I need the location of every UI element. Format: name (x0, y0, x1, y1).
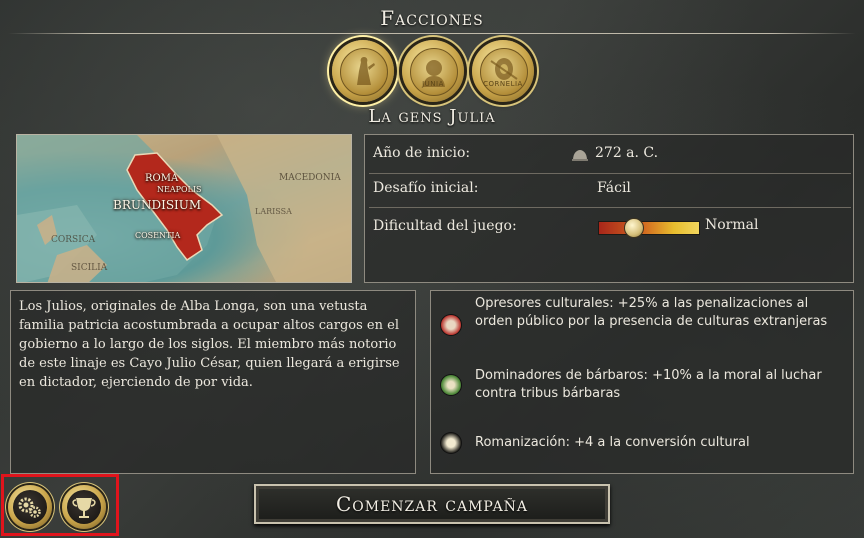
barbarian-dominator-icon (441, 375, 461, 395)
achievements-button[interactable] (62, 485, 106, 529)
info-panel: Año de inicio: 272 a. C. Desafío inicial… (364, 134, 854, 283)
difficulty-value: Normal (705, 217, 759, 233)
challenge-label: Desafío inicial: (373, 180, 479, 196)
row-divider (369, 207, 851, 208)
faction-map: ROMA NEAPOLIS BRUNDISIUM COSENTIA CORSIC… (16, 134, 352, 283)
map-label-roma: ROMA (145, 173, 179, 184)
faction-name: La gens Julia (368, 106, 496, 127)
row-divider (369, 173, 851, 174)
difficulty-slider[interactable] (598, 218, 700, 238)
map-label-sicilia: SICILIA (71, 263, 108, 273)
trait-cultural-oppressors: Opresores culturales: +25% a las penaliz… (475, 296, 828, 329)
difficulty-slider-handle[interactable] (623, 218, 644, 238)
page-title: Facciones (380, 6, 484, 30)
faction-coin-label: JUNIA (422, 80, 444, 88)
start-year-value: 272 a. C. (595, 145, 659, 161)
trait-romanization: Romanización: +4 a la conversión cultura… (475, 435, 750, 450)
goddess-coin-icon (340, 48, 388, 96)
faction-coin-junia[interactable]: JUNIA (402, 40, 464, 102)
faction-description: Los Julios, originales de Alba Longa, so… (19, 299, 400, 390)
trophy-cup-icon (67, 490, 101, 524)
shield-coin-icon (480, 48, 528, 96)
title-divider (8, 33, 856, 34)
map-label-larissa: LARISSA (255, 207, 292, 216)
faction-coin-cornelia[interactable]: CORNELIA (472, 40, 534, 102)
difficulty-label: Dificultad del juego: (373, 218, 517, 234)
helmet-icon (571, 147, 589, 161)
faction-coin-label: CORNELIA (483, 80, 523, 88)
map-label-macedonia: MACEDONIA (279, 173, 341, 183)
map-label-cosentia: COSENTIA (135, 231, 181, 240)
description-panel: Los Julios, originales de Alba Longa, so… (10, 290, 416, 474)
traits-panel: Opresores culturales: +25% a las penaliz… (430, 290, 854, 474)
temple-icon (441, 433, 461, 453)
map-label-brundisium: BRUNDISIUM (113, 198, 202, 212)
cultural-oppression-icon (441, 315, 461, 335)
gears-icon (13, 490, 47, 524)
trait-barbarian-dominators: Dominadores de bárbaros: +10% a la moral… (475, 368, 822, 401)
start-year-label: Año de inicio: (373, 145, 471, 161)
settings-button[interactable] (8, 485, 52, 529)
map-label-corsica: CORSICA (51, 235, 96, 245)
faction-coin-julia[interactable] (332, 40, 394, 102)
portrait-coin-icon (410, 48, 458, 96)
map-label-neapolis: NEAPOLIS (157, 185, 202, 194)
start-campaign-button[interactable]: Comenzar campaña (254, 484, 610, 524)
challenge-value: Fácil (597, 180, 631, 196)
